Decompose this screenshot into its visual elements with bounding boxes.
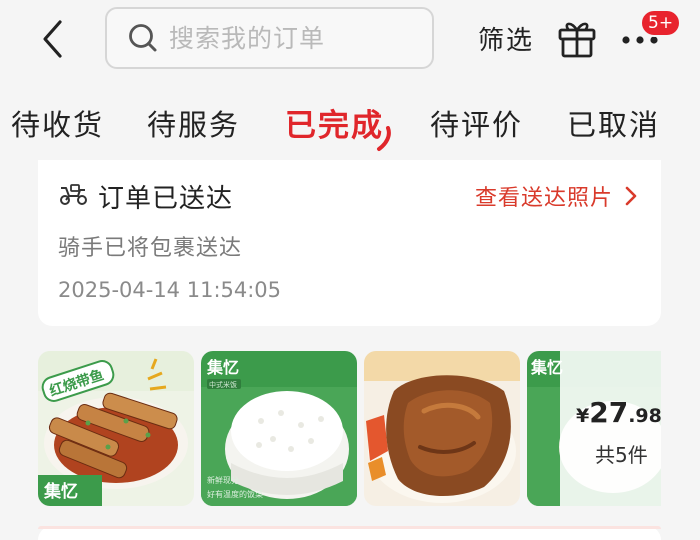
tab-to-receive[interactable]: 待收货 [11, 102, 104, 144]
search-box[interactable] [105, 7, 434, 69]
product-brand-label: 集忆 [530, 358, 563, 377]
top-bar: 筛选 5+ [0, 0, 700, 84]
tab-cancelled[interactable]: 已取消 [567, 102, 660, 144]
svg-text:好有温度的饭菜: 好有温度的饭菜 [207, 489, 263, 499]
tab-completed[interactable]: 已完成 [285, 100, 384, 145]
order-status-title: 订单已送达 [98, 184, 234, 214]
active-tab-indicator [377, 126, 391, 151]
next-order-card[interactable] [38, 526, 661, 540]
product-tag-label: 中式米饭 [209, 380, 237, 389]
gift-icon[interactable] [557, 17, 597, 59]
scooter-icon [60, 184, 87, 205]
chevron-right-icon [625, 186, 637, 206]
product-thumbnail[interactable]: 集忆 中式米饭 新鲜现分 好有温度的饭菜 [201, 351, 357, 506]
tab-to-review[interactable]: 待评价 [430, 102, 523, 144]
order-total-price: ¥27.98 [576, 396, 662, 429]
product-thumbnail[interactable] [364, 351, 520, 506]
view-delivery-photo-label: 查看送达照片 [475, 186, 614, 211]
product-image-braised-fish: 集忆 红烧带鱼 [38, 351, 194, 506]
delivery-status-card[interactable]: 订单已送达 查看送达照片 骑手已将包裹送达 2025-04-14 11:54:0… [38, 160, 661, 326]
notification-badge: 5+ [640, 9, 682, 37]
price-currency: ¥ [576, 405, 590, 427]
product-thumbnails[interactable]: 集忆 红烧带鱼 集忆 中式米饭 新鲜现分 好有温度的饭菜 集忆 ¥27.98 共… [0, 339, 700, 519]
price-integer: 27 [589, 396, 629, 429]
product-brand-label: 集忆 [43, 481, 78, 502]
product-image-pork-chop [364, 351, 520, 506]
item-count: 共5件 [595, 443, 648, 467]
filter-button[interactable]: 筛选 [478, 20, 534, 57]
price-decimal: .98 [628, 405, 662, 427]
product-image-rice: 集忆 中式米饭 新鲜现分 好有温度的饭菜 [201, 351, 357, 506]
order-status-tabs: 待收货 待服务 已完成 待评价 已取消 [0, 96, 700, 156]
view-delivery-photo-link[interactable]: 查看送达照片 [475, 180, 637, 212]
search-icon [129, 24, 157, 52]
product-brand-label: 集忆 [206, 358, 239, 377]
svg-text:新鲜现分: 新鲜现分 [207, 475, 239, 485]
back-button[interactable] [36, 18, 68, 60]
product-thumbnail[interactable]: 集忆 红烧带鱼 [38, 351, 194, 506]
order-status-detail: 骑手已将包裹送达 [58, 236, 243, 261]
chevron-left-icon [43, 20, 62, 58]
delivery-timestamp: 2025-04-14 11:54:05 [58, 278, 282, 302]
tab-to-service[interactable]: 待服务 [147, 102, 240, 144]
search-input[interactable] [169, 23, 409, 53]
